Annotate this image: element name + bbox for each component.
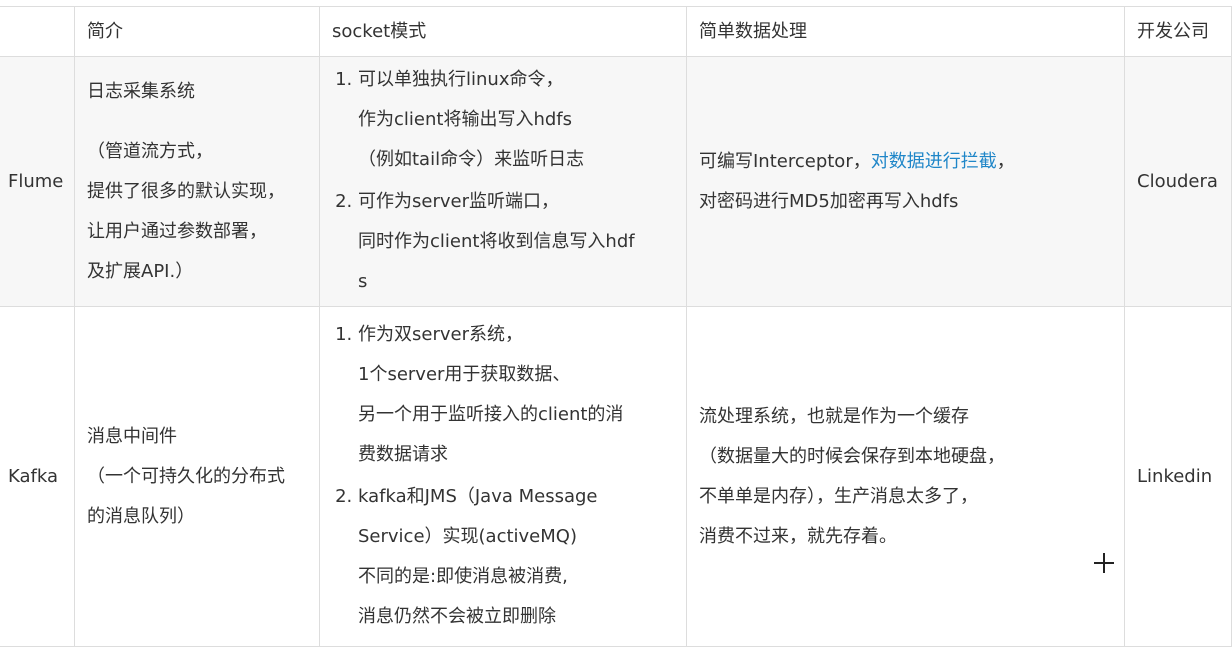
list-line: 消息仍然不会被立即删除 bbox=[358, 605, 556, 627]
processing-line: 可编写Interceptor，对数据进行拦截， bbox=[699, 142, 1112, 182]
intro-line: 日志采集系统 bbox=[87, 80, 195, 102]
table-row-flume: Flume 日志采集系统 （管道流方式， 提供了很多的默认实现， 让用户通过参数… bbox=[0, 56, 1232, 307]
list-line: kafka和JMS（Java Message bbox=[358, 485, 598, 507]
list-line: s bbox=[358, 270, 368, 292]
list-line: 同时作为client将收到信息写入hdf bbox=[358, 230, 635, 252]
row-name-cell: Flume bbox=[0, 56, 75, 307]
processing-line: 不单单是内存），生产消息太多了， bbox=[699, 485, 978, 507]
processing-line: 流处理系统，也就是作为一个缓存 bbox=[699, 405, 969, 427]
list-line: 不同的是:即使消息被消费, bbox=[358, 565, 568, 587]
list-line: Service）实现(activeMQ) bbox=[358, 525, 577, 547]
processing-line: 消费不过来，就先存着。 bbox=[699, 525, 897, 547]
header-cell-company: 开发公司 bbox=[1124, 6, 1232, 57]
header-cell-socket: socket模式 bbox=[319, 6, 687, 57]
list-line: 作为双server系统， bbox=[358, 323, 523, 345]
socket-cell: 可以单独执行linux命令， 作为client将输出写入hdfs （例如tail… bbox=[319, 56, 687, 307]
company-cell: Cloudera bbox=[1124, 56, 1232, 307]
processing-cell: 流处理系统，也就是作为一个缓存 （数据量大的时候会保存到本地硬盘， 不单单是内存… bbox=[686, 306, 1125, 647]
list-line: 可作为server监听端口， bbox=[358, 190, 559, 212]
row-name-cell: Kafka bbox=[0, 306, 75, 647]
processing-text: ， bbox=[996, 150, 1015, 172]
intro-line: 的消息队列） bbox=[87, 505, 195, 527]
list-item: 作为双server系统， 1个server用于获取数据、 另一个用于监听接入的c… bbox=[358, 315, 674, 475]
list-line: 费数据请求 bbox=[358, 443, 448, 465]
intro-line: 让用户通过参数部署， bbox=[87, 220, 267, 242]
intro-line: （一个可持久化的分布式 bbox=[87, 465, 285, 487]
header-cell-processing: 简单数据处理 bbox=[686, 6, 1125, 57]
list-item: 可以单独执行linux命令， 作为client将输出写入hdfs （例如tail… bbox=[358, 60, 674, 180]
socket-cell: 作为双server系统， 1个server用于获取数据、 另一个用于监听接入的c… bbox=[319, 306, 687, 647]
intro-line: 消息中间件 bbox=[87, 425, 177, 447]
list-line: 1个server用于获取数据、 bbox=[358, 363, 571, 385]
header-cell-intro: 简介 bbox=[74, 6, 320, 57]
header-cell-empty bbox=[0, 6, 75, 57]
list-item: kafka和JMS（Java Message Service）实现(active… bbox=[358, 477, 674, 637]
list-line: 作为client将输出写入hdfs bbox=[358, 108, 572, 130]
table-header-row: 简介 socket模式 简单数据处理 开发公司 bbox=[0, 6, 1232, 57]
processing-text: 可编写Interceptor， bbox=[699, 150, 871, 172]
socket-list: 可以单独执行linux命令， 作为client将输出写入hdfs （例如tail… bbox=[332, 60, 674, 302]
processing-cell: 可编写Interceptor，对数据进行拦截， 对密码进行MD5加密再写入hdf… bbox=[686, 56, 1125, 307]
intro-cell: 日志采集系统 （管道流方式， 提供了很多的默认实现， 让用户通过参数部署， 及扩… bbox=[74, 56, 320, 307]
table-row-kafka: Kafka 消息中间件 （一个可持久化的分布式 的消息队列） 作为双server… bbox=[0, 306, 1232, 647]
comparison-table: 简介 socket模式 简单数据处理 开发公司 Flume 日志采集系统 （管道… bbox=[0, 6, 1232, 647]
intercept-link[interactable]: 对数据进行拦截 bbox=[871, 151, 997, 172]
socket-list: 作为双server系统， 1个server用于获取数据、 另一个用于监听接入的c… bbox=[332, 315, 674, 637]
processing-line: 对密码进行MD5加密再写入hdfs bbox=[699, 190, 959, 212]
list-line: 另一个用于监听接入的client的消 bbox=[358, 403, 624, 425]
intro-line: 及扩展API.） bbox=[87, 260, 194, 282]
company-cell: Linkedin bbox=[1124, 306, 1232, 647]
processing-line: （数据量大的时候会保存到本地硬盘， bbox=[699, 445, 1005, 467]
crosshair-cursor-icon bbox=[1094, 553, 1114, 573]
intro-line: （管道流方式， bbox=[87, 140, 213, 162]
intro-line: 提供了很多的默认实现， bbox=[87, 180, 285, 202]
list-line: （例如tail命令）来监听日志 bbox=[358, 148, 585, 170]
intro-cell: 消息中间件 （一个可持久化的分布式 的消息队列） bbox=[74, 306, 320, 647]
list-item: 可作为server监听端口， 同时作为client将收到信息写入hdf s bbox=[358, 182, 674, 302]
list-line: 可以单独执行linux命令， bbox=[358, 68, 564, 90]
